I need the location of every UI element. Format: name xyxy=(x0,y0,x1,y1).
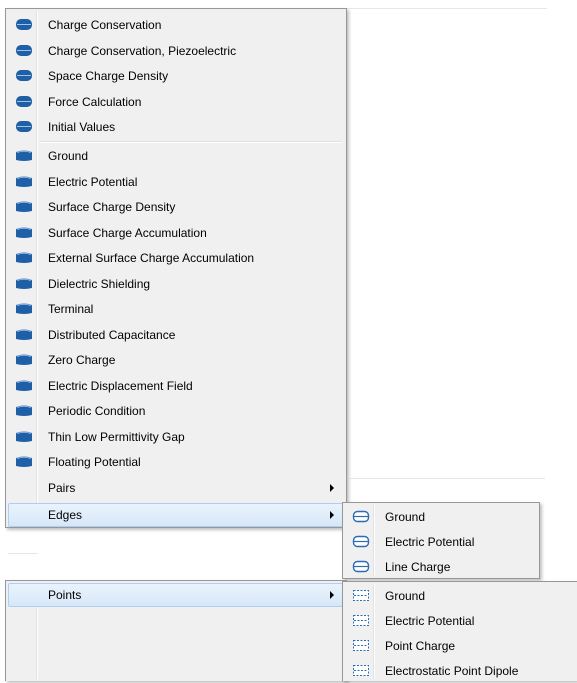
menu-item-edges[interactable]: Edges xyxy=(8,503,344,527)
edges-submenu: Ground Electric Potential Line Charge xyxy=(342,502,540,579)
menu-item-label: Electric Potential xyxy=(385,614,475,628)
menu-item-force-calculation[interactable]: Force Calculation xyxy=(8,90,344,114)
background-divider xyxy=(8,553,38,554)
menu-item-label: Thin Low Permittivity Gap xyxy=(48,430,185,444)
menu-item-label: Electrostatic Point Dipole xyxy=(385,664,519,678)
point-node-icon xyxy=(352,589,370,602)
menu-item-label: Electric Displacement Field xyxy=(48,379,193,393)
menu-item-label: Zero Charge xyxy=(48,353,116,367)
menu-item-label: Distributed Capacitance xyxy=(48,328,176,342)
domain-node-icon xyxy=(15,69,33,82)
menu-item-surface-charge-accumulation[interactable]: Surface Charge Accumulation xyxy=(8,221,344,245)
boundary-node-icon xyxy=(15,430,33,443)
boundary-node-icon xyxy=(15,328,33,341)
menu-item-label: Charge Conservation xyxy=(48,18,162,32)
menu-item-charge-conservation[interactable]: Charge Conservation xyxy=(8,13,344,37)
menu-item-dielectric-shielding[interactable]: Dielectric Shielding xyxy=(8,272,344,296)
menu-item-space-charge-density[interactable]: Space Charge Density xyxy=(8,64,344,88)
background-divider xyxy=(347,8,547,9)
menu-item-external-surface-charge-accumulation[interactable]: External Surface Charge Accumulation xyxy=(8,246,344,270)
menu-item-point-charge[interactable]: Point Charge xyxy=(345,634,575,658)
points-submenu: Ground Electric Potential Point Charge E… xyxy=(342,581,577,681)
menu-item-terminal[interactable]: Terminal xyxy=(8,297,344,321)
point-node-icon xyxy=(352,614,370,627)
boundary-node-icon xyxy=(15,353,33,366)
menu-item-surface-charge-density[interactable]: Surface Charge Density xyxy=(8,195,344,219)
menu-item-floating-potential[interactable]: Floating Potential xyxy=(8,450,344,474)
menu-item-distributed-capacitance[interactable]: Distributed Capacitance xyxy=(8,323,344,347)
menu-item-pairs[interactable]: Pairs xyxy=(8,476,344,500)
menu-item-points[interactable]: Points xyxy=(8,583,344,607)
background-divider xyxy=(350,478,545,479)
boundary-node-icon xyxy=(15,379,33,392)
menu-item-label: Surface Charge Density xyxy=(48,200,176,214)
boundary-node-icon xyxy=(15,277,33,290)
edge-node-icon xyxy=(352,560,370,573)
point-node-icon xyxy=(352,639,370,652)
menu-item-initial-values[interactable]: Initial Values xyxy=(8,115,344,139)
menu-item-thin-low-permittivity-gap[interactable]: Thin Low Permittivity Gap xyxy=(8,425,344,449)
menu-item-label: Line Charge xyxy=(385,560,451,574)
menu-item-ground[interactable]: Ground xyxy=(8,144,344,168)
menu-item-label: Charge Conservation, Piezoelectric xyxy=(48,44,237,58)
menu-item-label: Space Charge Density xyxy=(48,69,169,83)
boundary-node-icon xyxy=(15,251,33,264)
domain-node-icon xyxy=(15,44,33,57)
menu-item-label: Terminal xyxy=(48,302,94,316)
domain-node-icon xyxy=(15,18,33,31)
menu-item-label: Pairs xyxy=(48,481,76,495)
domain-node-icon xyxy=(15,120,33,133)
menu-item-label: External Surface Charge Accumulation xyxy=(48,251,255,265)
point-node-icon xyxy=(352,664,370,677)
submenu-arrow-icon xyxy=(330,511,334,519)
menu-item-label: Surface Charge Accumulation xyxy=(48,226,207,240)
menu-item-edge-ground[interactable]: Ground xyxy=(345,505,537,529)
boundary-node-icon xyxy=(15,200,33,213)
context-menu-points-section: Points xyxy=(5,580,347,681)
boundary-node-icon xyxy=(15,226,33,239)
menu-item-line-charge[interactable]: Line Charge xyxy=(345,555,537,579)
menu-item-electric-potential[interactable]: Electric Potential xyxy=(8,170,344,194)
menu-item-label: Points xyxy=(48,588,82,602)
boundary-node-icon xyxy=(15,404,33,417)
menu-item-label: Point Charge xyxy=(385,639,456,653)
boundary-node-icon xyxy=(15,149,33,162)
menu-item-label: Periodic Condition xyxy=(48,404,146,418)
submenu-arrow-icon xyxy=(330,591,334,599)
menu-item-zero-charge[interactable]: Zero Charge xyxy=(8,348,344,372)
boundary-node-icon xyxy=(15,302,33,315)
boundary-node-icon xyxy=(15,455,33,468)
menu-separator xyxy=(40,141,342,143)
menu-item-label: Initial Values xyxy=(48,120,116,134)
menu-item-point-electric-potential[interactable]: Electric Potential xyxy=(345,609,575,633)
menu-item-label: Electric Potential xyxy=(48,175,138,189)
menu-item-electrostatic-point-dipole[interactable]: Electrostatic Point Dipole xyxy=(345,659,575,683)
menu-item-label: Electric Potential xyxy=(385,535,475,549)
menu-item-label: Dielectric Shielding xyxy=(48,277,151,291)
menu-item-label: Force Calculation xyxy=(48,95,142,109)
menu-item-charge-conservation-piezoelectric[interactable]: Charge Conservation, Piezoelectric xyxy=(8,39,344,63)
submenu-arrow-icon xyxy=(330,484,334,492)
menu-item-label: Ground xyxy=(48,149,89,163)
menu-item-label: Ground xyxy=(385,510,426,524)
menu-item-edge-electric-potential[interactable]: Electric Potential xyxy=(345,530,537,554)
menu-item-label: Floating Potential xyxy=(48,455,141,469)
boundary-node-icon xyxy=(15,175,33,188)
edge-node-icon xyxy=(352,510,370,523)
menu-item-periodic-condition[interactable]: Periodic Condition xyxy=(8,399,344,423)
edge-node-icon xyxy=(352,535,370,548)
context-menu: Charge Conservation Charge Conservation,… xyxy=(5,8,347,528)
menu-item-label: Ground xyxy=(385,589,426,603)
menu-item-label: Edges xyxy=(48,508,83,522)
menu-item-electric-displacement-field[interactable]: Electric Displacement Field xyxy=(8,374,344,398)
domain-node-icon xyxy=(15,95,33,108)
menu-item-point-ground[interactable]: Ground xyxy=(345,584,575,608)
